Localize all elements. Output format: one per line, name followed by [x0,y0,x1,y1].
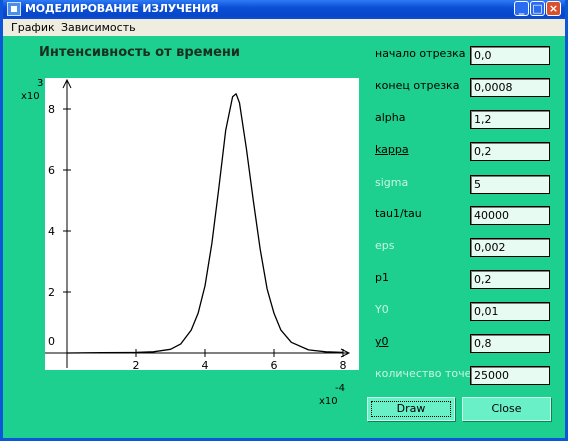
app-icon [7,2,21,16]
param-label: eps [375,239,395,252]
x-exponent-base: x10 [319,396,338,407]
param-input[interactable]: 40000 [470,206,550,225]
y-tick-label: 2 [48,286,55,299]
x-tick-label: 6 [271,359,278,370]
y-exponent-power: 3 [37,78,44,89]
x-tick-label: 8 [340,359,347,370]
y-tick-label: 4 [48,225,55,238]
focus-rect [371,401,451,417]
param-input[interactable]: 0,2 [470,142,550,161]
param-label: Y0 [375,303,389,316]
intensity-chart: 2 4 6 8 2 4 6 8 0 [45,78,351,372]
title-bar[interactable]: МОДЕЛИРОВАНИЕ ИЗЛУЧЕНИЯ _ □ × [3,0,565,19]
close-window-button[interactable]: × [546,1,561,16]
app-window: МОДЕЛИРОВАНИЕ ИЗЛУЧЕНИЯ _ □ × График Зав… [0,0,568,441]
param-input[interactable]: 0,8 [470,334,550,353]
param-label: kappa [375,143,409,156]
param-label: sigma [375,176,409,189]
param-input[interactable]: 0,2 [470,270,550,289]
param-label: alpha [375,111,406,124]
close-button[interactable]: Close [462,397,551,421]
param-label: начало отрезка [375,47,466,60]
y-exponent-base: x10 [21,91,40,102]
param-label: количество точек [375,367,479,380]
param-label: y0 [375,335,389,348]
param-label: tau1/tau [375,207,422,220]
menu-bar: График Зависимость [3,19,565,36]
y-tick-label: 8 [48,103,55,116]
draw-button[interactable]: Draw [367,397,455,421]
param-input[interactable]: 25000 [470,366,550,385]
param-input[interactable]: 0,002 [470,238,550,257]
menu-item-graph[interactable]: График [11,21,55,34]
y-tick-label: 6 [48,164,55,177]
param-label: конец отрезка [375,79,460,92]
param-input[interactable]: 1,2 [470,110,550,129]
menu-item-dependence[interactable]: Зависимость [61,21,136,34]
minimize-button[interactable]: _ [514,1,529,16]
plot-area: 2 4 6 8 2 4 6 8 0 [45,78,359,372]
intensity-curve [66,93,344,354]
param-input[interactable]: 0,01 [470,302,550,321]
param-label: p1 [375,271,389,284]
param-input[interactable]: 0,0 [470,46,550,65]
param-input[interactable]: 5 [470,175,550,194]
origin-label: 0 [48,335,55,348]
x-tick-label: 2 [133,359,140,370]
param-input[interactable]: 0,0008 [470,78,550,97]
x-exponent-power: -4 [335,383,345,394]
window-title: МОДЕЛИРОВАНИЕ ИЗЛУЧЕНИЯ [25,2,219,15]
maximize-button[interactable]: □ [530,1,545,16]
x-tick-label: 4 [202,359,209,370]
plot-title: Интенсивность от времени [39,45,241,60]
